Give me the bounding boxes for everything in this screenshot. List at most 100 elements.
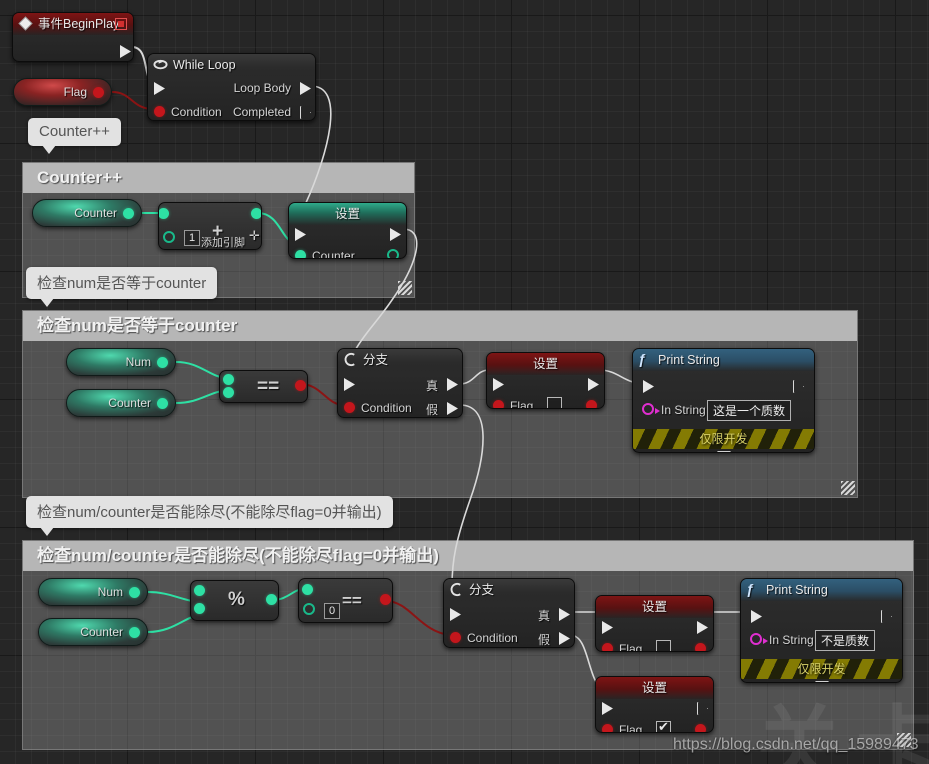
pin-label-in-string: In String (661, 403, 706, 417)
flag-output-pin[interactable] (93, 87, 104, 98)
exec-output-pin-true[interactable] (559, 608, 570, 621)
add-input-value[interactable]: 1 (184, 230, 201, 246)
branch-icon (343, 352, 358, 367)
exec-output-pin[interactable] (697, 621, 708, 634)
mod-input-pin-a[interactable] (194, 585, 205, 596)
mod-input-pin-b[interactable] (194, 603, 205, 614)
resize-handle-icon[interactable] (398, 281, 412, 295)
node-while-loop[interactable]: While Loop Condition Loop Body Completed (147, 53, 316, 121)
equal-input-pin-a[interactable] (223, 374, 234, 385)
exec-output-pin[interactable] (881, 610, 892, 623)
equal-zero-input-value[interactable]: 0 (324, 603, 341, 619)
variable-get-flag[interactable]: Flag (13, 78, 112, 106)
equal-zero-input-pin-a[interactable] (302, 584, 313, 595)
counter-output-pin[interactable] (123, 208, 134, 219)
node-branch-2[interactable]: 分支 Condition 真 假 (443, 578, 575, 648)
exec-output-pin-completed[interactable] (300, 106, 311, 119)
node-set-flag-1[interactable]: 设置 Flag (486, 352, 605, 409)
exec-input-pin[interactable] (643, 380, 654, 393)
add-pin-plus-icon[interactable]: ✛ (249, 228, 260, 244)
exec-output-pin-loop-body[interactable] (300, 82, 311, 95)
in-string-value[interactable]: 这是一个质数 (707, 400, 792, 421)
exec-input-pin[interactable] (602, 702, 613, 715)
node-add[interactable]: 1 + 添加引脚 ✛ (158, 202, 262, 250)
node-modulo[interactable]: % (190, 580, 279, 621)
node-set-flag-3[interactable]: 设置 Flag (595, 676, 714, 733)
exec-input-pin[interactable] (295, 228, 306, 241)
in-string-input-pin[interactable] (750, 633, 768, 645)
flag-checkbox[interactable] (656, 640, 671, 651)
equal-input-pin-b[interactable] (223, 387, 234, 398)
counter-output-pin[interactable] (129, 627, 140, 638)
condition-input-pin[interactable] (154, 106, 165, 117)
node-event-begin-play[interactable]: 事件BeginPlay (12, 12, 134, 62)
stop-square-icon[interactable] (115, 18, 127, 30)
equal-symbol: == (257, 376, 280, 397)
exec-output-pin[interactable] (390, 228, 401, 241)
exec-output-pin[interactable] (588, 378, 599, 391)
flag-output-pin[interactable] (586, 400, 597, 408)
num-output-pin[interactable] (157, 357, 168, 368)
flag-checkbox[interactable] (547, 397, 562, 408)
flag-input-pin[interactable] (602, 643, 613, 651)
variable-get-num-1[interactable]: Num (66, 348, 176, 376)
add-input-pin-a[interactable] (159, 208, 169, 219)
variable-get-counter-3[interactable]: Counter (38, 618, 148, 646)
exec-output-pin[interactable] (793, 380, 804, 393)
node-header: 分支 (338, 349, 462, 371)
expand-caret-icon[interactable] (716, 451, 731, 452)
exec-output-pin[interactable] (697, 702, 708, 715)
blueprint-canvas[interactable]: Counter++ 检查num是否等于counter 检查num/counter… (0, 0, 929, 764)
exec-output-pin-false[interactable] (559, 632, 570, 645)
comment-bubble-check-mod[interactable]: 检查num/counter是否能除尽(不能除尽flag=0并输出) (26, 496, 393, 536)
node-print-string-2[interactable]: ƒ Print String In String 不是质数 仅限开发 (740, 578, 903, 683)
exec-output-pin[interactable] (120, 45, 131, 58)
function-f-icon: ƒ (746, 581, 754, 597)
exec-input-pin[interactable] (751, 610, 762, 623)
node-equal[interactable]: == (219, 370, 308, 403)
condition-input-pin[interactable] (344, 402, 355, 413)
add-output-pin[interactable] (251, 208, 261, 219)
exec-input-pin[interactable] (154, 82, 165, 95)
node-set-flag-2[interactable]: 设置 Flag (595, 595, 714, 652)
num-output-pin[interactable] (129, 587, 140, 598)
resize-handle-icon[interactable] (841, 481, 855, 495)
variable-get-counter-1[interactable]: Counter (32, 199, 142, 227)
condition-input-pin[interactable] (450, 632, 461, 643)
counter-input-pin[interactable] (295, 250, 306, 258)
equal-zero-output-pin[interactable] (380, 594, 391, 605)
node-equal-zero[interactable]: 0 == (298, 578, 393, 623)
pin-label-false: 假 (425, 403, 438, 417)
comment-group-title: 检查num/counter是否能除尽(不能除尽flag=0并输出) (23, 541, 913, 571)
counter-output-pin[interactable] (387, 249, 399, 258)
node-branch-1[interactable]: 分支 Condition 真 假 (337, 348, 463, 418)
exec-output-pin-false[interactable] (447, 402, 458, 415)
counter-output-pin[interactable] (157, 398, 168, 409)
node-print-string-1[interactable]: ƒ Print String In String 这是一个质数 仅限开发 (632, 348, 815, 453)
exec-input-pin[interactable] (450, 608, 461, 621)
flag-output-pin[interactable] (695, 724, 706, 732)
mod-output-pin[interactable] (266, 594, 277, 605)
node-set-counter[interactable]: 设置 Counter (288, 202, 407, 259)
flag-input-pin[interactable] (493, 400, 504, 408)
in-string-value[interactable]: 不是质数 (815, 630, 876, 651)
node-title: 设置 (334, 207, 360, 221)
in-string-input-pin[interactable] (642, 403, 660, 415)
comment-bubble-check-equal[interactable]: 检查num是否等于counter (26, 267, 218, 307)
variable-get-num-2[interactable]: Num (38, 578, 148, 606)
exec-input-pin[interactable] (493, 378, 504, 391)
node-title: 分支 (363, 353, 389, 367)
equal-output-pin[interactable] (295, 380, 306, 391)
add-input-pin-b[interactable] (163, 231, 175, 243)
flag-output-pin[interactable] (695, 643, 706, 651)
exec-input-pin[interactable] (344, 378, 355, 391)
flag-checkbox[interactable] (656, 719, 671, 732)
exec-input-pin[interactable] (602, 621, 613, 634)
comment-bubble-counter[interactable]: Counter++ (28, 118, 121, 154)
flag-input-pin[interactable] (602, 724, 613, 732)
equal-zero-input-pin-b[interactable] (303, 603, 315, 615)
pin-label-in-string: In String (769, 633, 814, 647)
variable-get-counter-2[interactable]: Counter (66, 389, 176, 417)
add-pin-label[interactable]: 添加引脚 (201, 234, 245, 249)
exec-output-pin-true[interactable] (447, 378, 458, 391)
